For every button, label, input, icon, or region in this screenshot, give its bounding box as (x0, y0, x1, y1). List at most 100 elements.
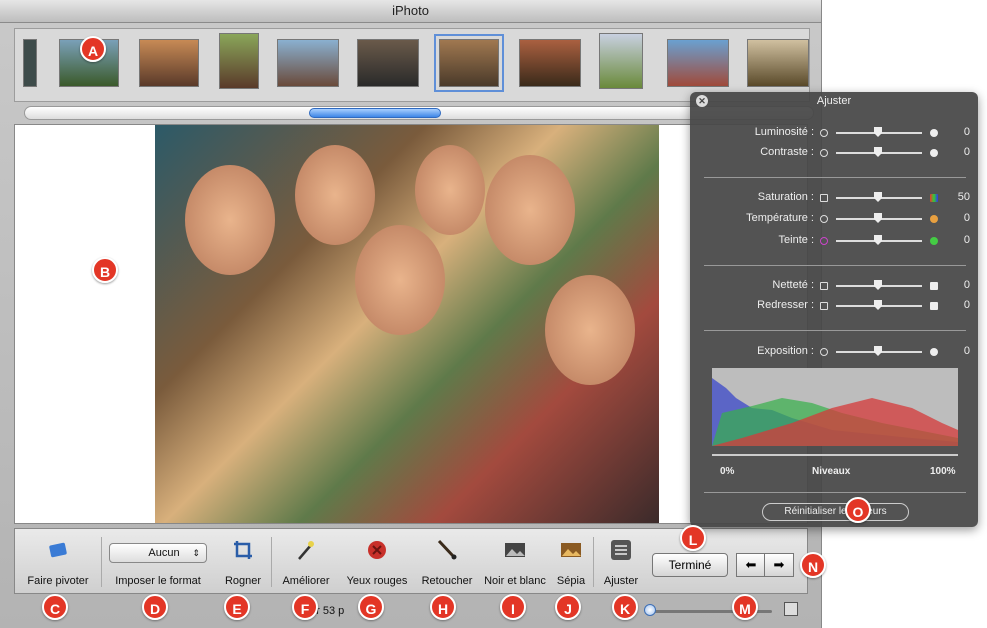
callout-marker: D (142, 594, 168, 620)
exposure-slider[interactable]: Exposition : 0 (690, 344, 978, 360)
thumbnail[interactable] (23, 39, 37, 87)
adjust-button[interactable]: Ajuster (597, 535, 645, 589)
saturation-slider[interactable]: Saturation : 50 (690, 190, 978, 206)
thumbnail[interactable] (519, 39, 581, 87)
rotate-button[interactable]: Faire pivoter (19, 535, 97, 589)
window-title: iPhoto (0, 0, 821, 23)
callout-marker: M (732, 594, 758, 620)
contrast-slider[interactable]: Contraste : 0 (690, 145, 978, 161)
tint-green-icon (930, 237, 938, 245)
slider-label: Teinte : (778, 234, 814, 246)
thumbnail[interactable] (747, 39, 809, 87)
callout-marker: O (845, 497, 871, 523)
slider-knob[interactable] (874, 280, 882, 290)
redeye-icon (368, 541, 386, 559)
fullsize-icon[interactable] (784, 602, 798, 616)
sepia-photo-icon (561, 543, 581, 557)
photo-face (185, 165, 275, 275)
zoom-slider-knob[interactable] (644, 604, 656, 616)
callout-marker: L (680, 525, 706, 551)
divider (704, 177, 966, 178)
callout-marker: A (80, 36, 106, 62)
reset-values-button[interactable]: Réinitialiser les valeurs (762, 503, 909, 521)
retouch-button[interactable]: Retoucher (417, 535, 477, 589)
tint-slider[interactable]: Teinte : 0 (690, 233, 978, 249)
slider-label: Exposition : (757, 345, 814, 357)
slider-value: 0 (963, 126, 970, 138)
slider-label: Redresser : (757, 299, 814, 311)
crop-button[interactable]: Rogner (215, 535, 271, 589)
constrain-value: Aucun (148, 547, 180, 559)
slider-label: Saturation : (757, 191, 814, 203)
slider-knob[interactable] (874, 300, 882, 310)
scrollbar-thumb[interactable] (309, 108, 441, 118)
callout-marker: I (500, 594, 526, 620)
slider-label: Contraste : (760, 146, 814, 158)
brush-icon (437, 539, 457, 560)
brightness-slider[interactable]: Luminosité : 0 (690, 125, 978, 141)
constrain-popup[interactable]: Aucun ⇕ (109, 543, 207, 563)
cool-icon (820, 215, 828, 223)
thumbnail[interactable] (139, 39, 199, 87)
levels-min-label: 0% (720, 466, 735, 477)
callout-marker: C (42, 594, 68, 620)
done-button[interactable]: Terminé (652, 553, 728, 577)
photo-viewer (14, 124, 808, 524)
saturation-high-icon (930, 194, 938, 202)
sun-large-icon (930, 129, 938, 137)
thumbnail[interactable] (667, 39, 729, 87)
sepia-label: Sépia (556, 575, 586, 587)
thumbnail[interactable] (599, 33, 643, 89)
redeye-button[interactable]: Yeux rouges (341, 535, 413, 589)
slider-value: 0 (963, 299, 970, 311)
photo-browser[interactable] (14, 28, 810, 102)
photo-face (545, 275, 635, 385)
sepia-button[interactable]: Sépia (553, 535, 589, 589)
sun-small-icon (820, 129, 828, 137)
temperature-slider[interactable]: Température : 0 (690, 211, 978, 227)
warm-icon (930, 215, 938, 223)
callout-marker: J (555, 594, 581, 620)
thumbnail[interactable] (219, 33, 259, 89)
arrow-right-icon: ➡ (773, 557, 785, 572)
callout-marker: B (92, 257, 118, 283)
slider-knob[interactable] (874, 127, 882, 137)
adjust-sliders-icon (611, 540, 631, 560)
previous-photo-button[interactable]: ⬅ (736, 553, 766, 577)
constrain-control: Aucun ⇕ Imposer le format (103, 535, 213, 589)
sharpness-slider[interactable]: Netteté : 0 (690, 278, 978, 294)
levels-histogram (712, 368, 958, 446)
straighten-left-icon (820, 302, 828, 310)
callout-marker: H (430, 594, 456, 620)
slider-label: Luminosité : (754, 126, 814, 138)
toolbar-divider (271, 537, 272, 587)
slider-knob[interactable] (874, 213, 882, 223)
levels-max-label: 100% (930, 466, 956, 477)
next-photo-button[interactable]: ➡ (764, 553, 794, 577)
sharpness-low-icon (820, 282, 828, 290)
slider-label: Netteté : (772, 279, 814, 291)
retouch-label: Retoucher (421, 575, 473, 587)
slider-value: 0 (963, 146, 970, 158)
thumbnail[interactable] (277, 39, 339, 87)
slider-knob[interactable] (874, 192, 882, 202)
slider-knob[interactable] (874, 235, 882, 245)
callout-marker: E (224, 594, 250, 620)
thumbnail[interactable] (357, 39, 419, 87)
levels-slider[interactable] (712, 454, 958, 456)
sharpness-high-icon (930, 282, 938, 290)
aperture-large-icon (930, 348, 938, 356)
magic-wand-icon (298, 541, 314, 560)
status-bar: ur 53 p (0, 596, 821, 628)
callout-marker: K (612, 594, 638, 620)
slider-knob[interactable] (874, 147, 882, 157)
crop-label: Rogner (224, 575, 262, 587)
enhance-button[interactable]: Améliorer (277, 535, 335, 589)
bw-button[interactable]: Noir et blanc (479, 535, 551, 589)
straighten-slider[interactable]: Redresser : 0 (690, 298, 978, 314)
bw-photo-icon (505, 543, 525, 557)
slider-knob[interactable] (874, 346, 882, 356)
divider (704, 265, 966, 266)
thumbnail-selected[interactable] (434, 34, 504, 92)
slider-value: 0 (963, 279, 970, 291)
